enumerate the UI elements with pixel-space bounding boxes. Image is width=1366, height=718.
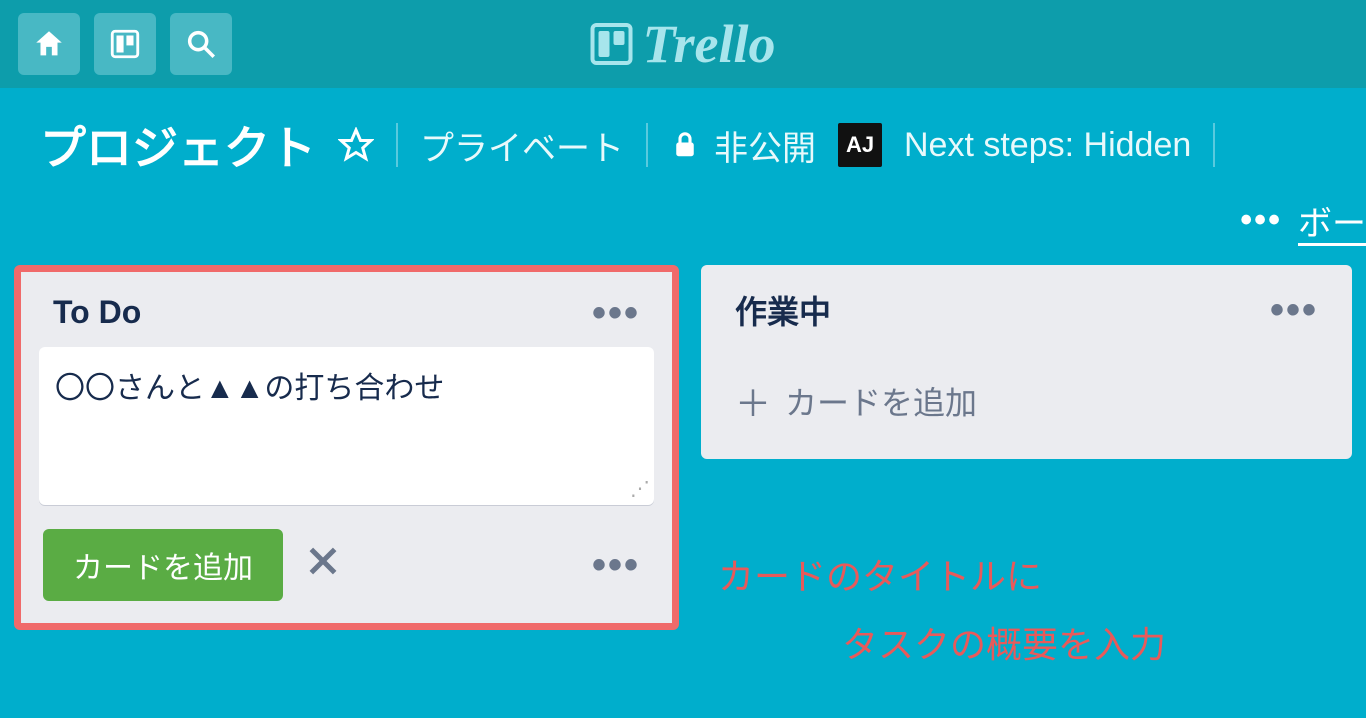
card-composer: ⋰	[39, 347, 654, 505]
list-todo: To Do ••• ⋰ カードを追加 •••	[14, 265, 679, 630]
brand-icon	[591, 23, 633, 65]
brand-name: Trello	[643, 13, 776, 75]
boards-icon	[108, 27, 142, 61]
privacy-label[interactable]: プライベート	[420, 121, 624, 170]
list-header: To Do •••	[39, 290, 654, 347]
next-steps-label[interactable]: Next steps: Hidden	[904, 126, 1191, 165]
list-header: 作業中 •••	[721, 283, 1332, 349]
close-composer-button[interactable]	[303, 541, 343, 590]
star-button[interactable]	[338, 127, 374, 163]
board-title[interactable]: プロジェクト	[40, 112, 316, 178]
divider	[1213, 123, 1215, 167]
board-header: プロジェクト プライベート 非公開 AJ Next steps: Hidden	[0, 88, 1366, 186]
list-title[interactable]: 作業中	[735, 287, 831, 333]
topbar: Trello	[0, 0, 1366, 88]
search-icon	[184, 27, 218, 61]
annotation-line-2: タスクの概要を入力	[842, 616, 1358, 668]
home-button[interactable]	[18, 13, 80, 75]
list-title[interactable]: To Do	[53, 294, 141, 331]
add-card-button[interactable]: カードを追加	[43, 529, 283, 601]
card-title-input[interactable]	[55, 363, 638, 483]
star-icon	[338, 127, 374, 163]
composer-controls: カードを追加 •••	[39, 529, 654, 601]
composer-more-button[interactable]: •••	[592, 555, 650, 575]
boards-button[interactable]	[94, 13, 156, 75]
annotation: カードのタイトルに タスクの概要を入力	[718, 548, 1358, 668]
lock-icon	[670, 130, 700, 160]
board-menu-link[interactable]: ボー	[1298, 196, 1366, 245]
plus-icon: ＋	[735, 375, 771, 427]
brand-logo: Trello	[591, 13, 776, 75]
search-button[interactable]	[170, 13, 232, 75]
avatar[interactable]: AJ	[838, 123, 882, 167]
close-icon	[303, 541, 343, 581]
visibility-button[interactable]: 非公開	[670, 121, 816, 170]
add-card-link[interactable]: ＋ カードを追加	[721, 349, 1332, 441]
add-card-link-label: カードを追加	[785, 378, 977, 424]
list-menu-button[interactable]: •••	[1270, 300, 1318, 320]
divider	[396, 123, 398, 167]
more-dots-icon[interactable]: •••	[1240, 201, 1282, 240]
visibility-label: 非公開	[714, 121, 816, 170]
list-menu-button[interactable]: •••	[592, 303, 640, 323]
board-sub-row: ••• ボー	[0, 186, 1366, 255]
annotation-line-1: カードのタイトルに	[718, 548, 1358, 600]
divider	[646, 123, 648, 167]
home-icon	[32, 27, 66, 61]
list-working: 作業中 ••• ＋ カードを追加	[701, 265, 1352, 459]
